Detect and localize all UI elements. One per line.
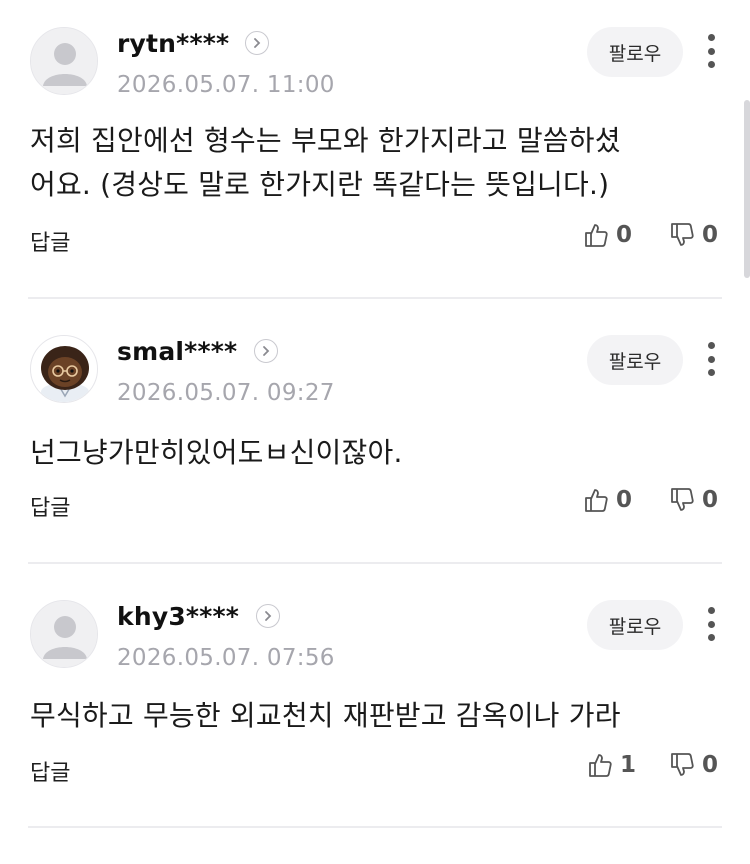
- comment-text-line: 넌그냥가만히있어도ㅂ신이잖아.: [30, 436, 403, 469]
- default-avatar-icon: [31, 28, 97, 94]
- scrollbar[interactable]: [744, 100, 750, 278]
- chevron-right-icon[interactable]: [254, 339, 278, 363]
- comment-text: 저희 집안에선 형수는 부모와 한가지라고 말씀하셨 어요. (경상도 말로 한…: [30, 119, 710, 207]
- like-count: 1: [620, 752, 637, 778]
- comment-item: smal**** 2026.05.07. 09:27 팔로우 넌그냥가만히있어도…: [0, 335, 750, 599]
- username[interactable]: smal****: [117, 337, 237, 366]
- character-avatar-icon: [31, 336, 97, 402]
- comment-text: 무식하고 무능한 외교천치 재판받고 감옥이나 가라: [30, 694, 710, 738]
- like-button[interactable]: 0: [582, 486, 632, 514]
- thumbs-up-icon: [585, 489, 608, 512]
- comment-text: 넌그냥가만히있어도ㅂ신이잖아.: [30, 431, 710, 475]
- dislike-button[interactable]: 0: [668, 751, 718, 779]
- like-count: 0: [616, 222, 633, 248]
- thumbs-down-icon: [671, 488, 694, 511]
- thumbs-down-icon: [671, 753, 694, 776]
- dislike-count: 0: [702, 752, 719, 778]
- comment-text-line: 어요. (경상도 말로 한가지란 똑같다는 뜻입니다.): [30, 168, 610, 201]
- dislike-count: 0: [702, 222, 719, 248]
- reply-button[interactable]: 답글: [30, 490, 70, 522]
- default-avatar-icon: [31, 601, 97, 667]
- more-options-icon[interactable]: [700, 339, 722, 379]
- divider: [28, 562, 722, 564]
- like-button[interactable]: 0: [582, 221, 632, 249]
- follow-button[interactable]: 팔로우: [587, 600, 683, 650]
- comment-item: rytn**** 2026.05.07. 11:00 팔로우 저희 집안에선 형…: [0, 27, 750, 291]
- follow-button[interactable]: 팔로우: [587, 27, 683, 77]
- reply-button[interactable]: 답글: [30, 755, 70, 787]
- more-options-icon[interactable]: [700, 31, 722, 71]
- username[interactable]: khy3****: [117, 602, 239, 631]
- chevron-right-icon[interactable]: [245, 31, 269, 55]
- username[interactable]: rytn****: [117, 29, 229, 58]
- like-count: 0: [616, 487, 633, 513]
- comment-text-line: 무식하고 무능한 외교천치 재판받고 감옥이나 가라: [30, 699, 621, 732]
- dislike-button[interactable]: 0: [668, 221, 718, 249]
- user-avatar[interactable]: [30, 335, 98, 403]
- comment-timestamp: 2026.05.07. 07:56: [117, 645, 335, 671]
- thumbs-up-icon: [585, 224, 608, 247]
- comment-text-line: 저희 집안에선 형수는 부모와 한가지라고 말씀하셨: [30, 124, 621, 157]
- user-avatar[interactable]: [30, 27, 98, 95]
- divider: [28, 297, 722, 299]
- thumbs-up-icon: [589, 754, 612, 777]
- dislike-count: 0: [702, 487, 719, 513]
- comment-item: khy3**** 2026.05.07. 07:56 팔로우 무식하고 무능한 …: [0, 600, 750, 864]
- divider: [28, 826, 722, 828]
- comment-timestamp: 2026.05.07. 11:00: [117, 72, 335, 98]
- reply-button[interactable]: 답글: [30, 225, 70, 257]
- like-button[interactable]: 1: [586, 751, 636, 779]
- dislike-button[interactable]: 0: [668, 486, 718, 514]
- chevron-right-icon[interactable]: [256, 604, 280, 628]
- user-avatar[interactable]: [30, 600, 98, 668]
- thumbs-down-icon: [671, 223, 694, 246]
- follow-button[interactable]: 팔로우: [587, 335, 683, 385]
- comment-timestamp: 2026.05.07. 09:27: [117, 380, 335, 406]
- more-options-icon[interactable]: [700, 604, 722, 644]
